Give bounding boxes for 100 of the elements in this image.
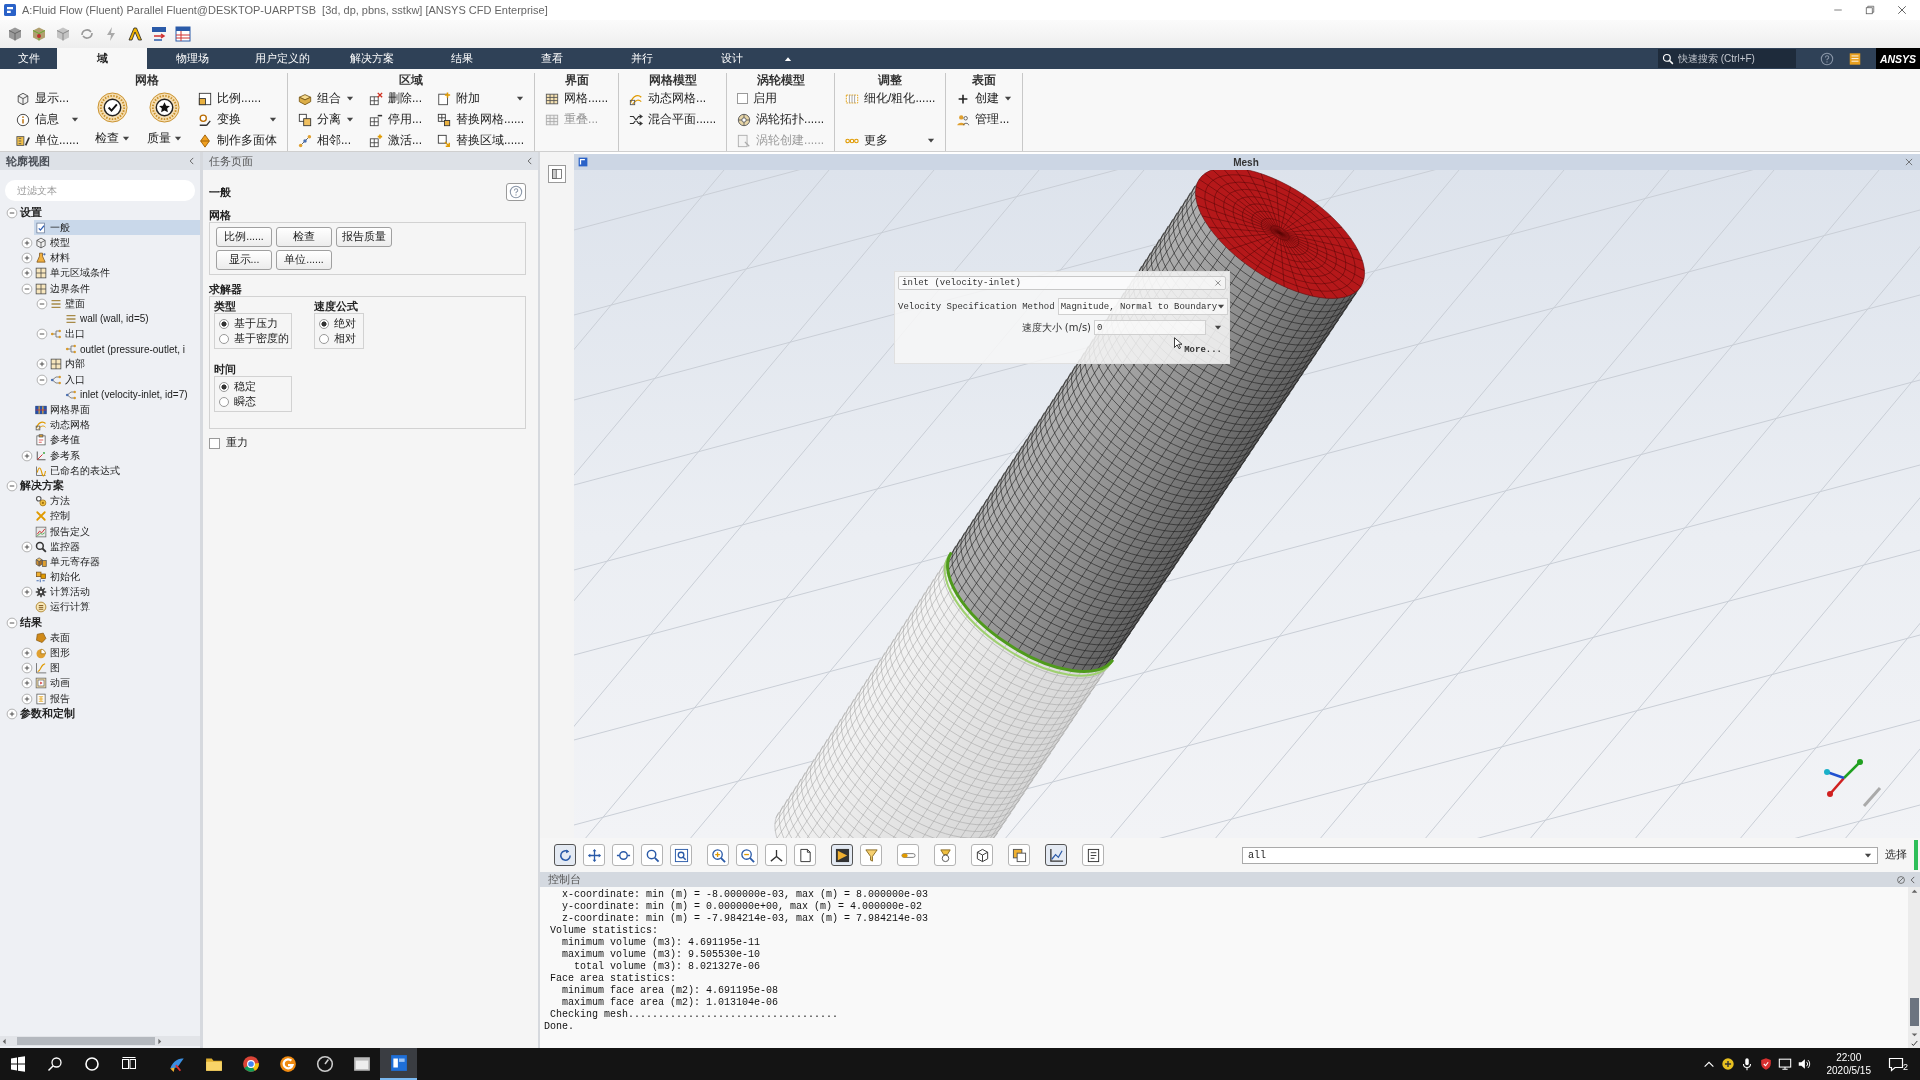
vertical-scrollbar[interactable] <box>1908 887 1920 1048</box>
ribbon-button[interactable]: 比例...... <box>196 88 279 109</box>
ribbon-button[interactable]: 网格...... <box>543 88 611 109</box>
tree-item[interactable]: 表面 <box>34 630 200 646</box>
cube-icon[interactable] <box>7 26 23 42</box>
axes-button[interactable] <box>765 844 787 866</box>
tree-item[interactable]: wall (wall, id=5) <box>64 311 200 327</box>
ribbon-button[interactable]: 相邻... <box>296 130 356 151</box>
task-button[interactable]: 单位...... <box>276 250 332 270</box>
tree-item[interactable]: 结果 <box>19 615 200 631</box>
task-button[interactable]: 检查 <box>276 227 332 247</box>
ribbon-button[interactable]: 删除... <box>367 88 425 109</box>
tree-item[interactable]: 参考值 <box>34 432 200 448</box>
tree-item[interactable]: 参考系 <box>34 448 200 464</box>
ribbon-tab[interactable]: 用户定义的 <box>237 48 327 69</box>
zoom-out-button[interactable] <box>736 844 758 866</box>
notes-icon[interactable] <box>1848 51 1862 66</box>
tree-item[interactable]: 解决方案 <box>19 478 200 494</box>
search-icon[interactable] <box>47 1056 63 1072</box>
fit-view-button[interactable] <box>670 844 692 866</box>
circle-icon[interactable] <box>84 1056 100 1072</box>
chevron-left-icon[interactable] <box>525 156 535 166</box>
funnel-dial-button[interactable] <box>934 844 956 866</box>
tree-item[interactable]: 设置 <box>19 205 200 221</box>
ribbon-button[interactable]: 显示... <box>14 88 81 109</box>
chart-button[interactable] <box>1045 844 1067 866</box>
expand-icon[interactable] <box>20 236 33 249</box>
horizontal-scrollbar[interactable] <box>0 1036 200 1046</box>
cube-icon[interactable] <box>55 26 71 42</box>
windows-logo-icon[interactable] <box>10 1056 26 1072</box>
ribbon-tab[interactable]: 并行 <box>597 48 687 69</box>
tree-item[interactable]: 材料 <box>34 250 200 266</box>
ribbon-tab[interactable]: 结果 <box>417 48 507 69</box>
expand-icon[interactable] <box>20 586 33 599</box>
checkbox[interactable] <box>209 437 220 449</box>
tree-item[interactable]: 网格界面 <box>34 402 200 418</box>
refresh-icon[interactable] <box>79 26 95 42</box>
tree-item[interactable]: 运行计算 <box>34 599 200 616</box>
zoom-button[interactable] <box>612 844 634 866</box>
tree-item[interactable]: 计算活动 <box>34 584 200 600</box>
tree-item[interactable]: 单元区域条件 <box>34 265 200 281</box>
close-icon[interactable] <box>1896 4 1908 16</box>
radio-button[interactable] <box>319 318 329 329</box>
document-button[interactable] <box>1082 844 1104 866</box>
ribbon-button[interactable]: 混合平面...... <box>627 109 719 130</box>
tree-item[interactable]: 边界条件 <box>34 280 200 297</box>
tree-item[interactable]: 已命名的表达式 <box>34 463 200 479</box>
expand-icon[interactable] <box>20 692 33 705</box>
rotate-button[interactable] <box>554 844 576 866</box>
radio-button[interactable] <box>219 381 229 392</box>
tree-item[interactable]: 图形 <box>34 645 200 661</box>
help-button[interactable] <box>506 183 526 201</box>
layers-button[interactable] <box>1008 844 1030 866</box>
speaker-icon[interactable] <box>1797 1057 1812 1071</box>
close-icon[interactable] <box>1904 157 1914 167</box>
tree-item[interactable]: 控制 <box>34 508 200 524</box>
tree-item[interactable]: 报告定义 <box>34 523 200 540</box>
zoom-in-button[interactable] <box>707 844 729 866</box>
tree-item[interactable]: 壁面 <box>49 296 200 312</box>
radio-button[interactable] <box>319 333 329 344</box>
caret-icon[interactable] <box>1214 325 1222 330</box>
expand-icon[interactable] <box>20 267 33 280</box>
checkbox[interactable] <box>737 93 749 104</box>
tree-item[interactable]: 初始化 <box>34 569 200 585</box>
chevron-left-icon[interactable] <box>1908 874 1918 885</box>
radio-button[interactable] <box>219 333 229 344</box>
tree-item[interactable]: 图 <box>34 660 200 676</box>
ribbon-tab[interactable]: 设计 <box>687 48 777 69</box>
expand-icon[interactable] <box>20 252 33 265</box>
tree-item[interactable]: 参数和定制 <box>19 706 200 722</box>
funnel-button[interactable] <box>860 844 882 866</box>
tree-item[interactable]: 动态网格 <box>34 417 200 433</box>
ribbon-button[interactable]: 检查 <box>92 88 133 151</box>
zoom-area-button[interactable] <box>641 844 663 866</box>
layout-button[interactable] <box>548 165 566 183</box>
tree-item[interactable]: outlet (pressure-outlet, i <box>64 341 200 357</box>
speed-input[interactable]: 0 <box>1094 320 1206 335</box>
ribbon-button[interactable]: 制作多面体 <box>196 130 279 151</box>
ribbon-button[interactable]: 变换 <box>196 109 279 130</box>
chevron-icon[interactable] <box>127 26 143 42</box>
task-button[interactable]: 报告质量 <box>336 227 392 247</box>
float-icon[interactable] <box>1896 874 1906 885</box>
tree-item[interactable]: 模型 <box>34 235 200 251</box>
slider-bar-button[interactable] <box>897 844 919 866</box>
ribbon-button[interactable]: 替换区域...... <box>435 130 527 151</box>
ribbon-tab[interactable]: 文件 <box>0 48 57 69</box>
task-button[interactable]: 比例...... <box>216 227 272 247</box>
expand-icon[interactable] <box>20 540 33 553</box>
quick-search-field[interactable]: 快速搜索 (Ctrl+F) <box>1658 49 1796 68</box>
page-button[interactable] <box>794 844 816 866</box>
clock-date[interactable]: 2020/5/15 <box>1826 1064 1871 1077</box>
expand-icon[interactable] <box>20 449 33 462</box>
ribbon-button[interactable]: 单位...... <box>14 130 81 151</box>
ribbon-button[interactable]: 动态网格... <box>627 88 719 109</box>
cube-button[interactable] <box>971 844 993 866</box>
help-icon[interactable] <box>1820 51 1834 66</box>
ribbon-button[interactable]: 信息 <box>14 109 81 130</box>
clock-time[interactable]: 22:00 <box>1836 1051 1862 1064</box>
filter-field[interactable]: 过滤文本 <box>5 180 195 201</box>
ribbon-button[interactable]: 管理... <box>954 109 1015 130</box>
